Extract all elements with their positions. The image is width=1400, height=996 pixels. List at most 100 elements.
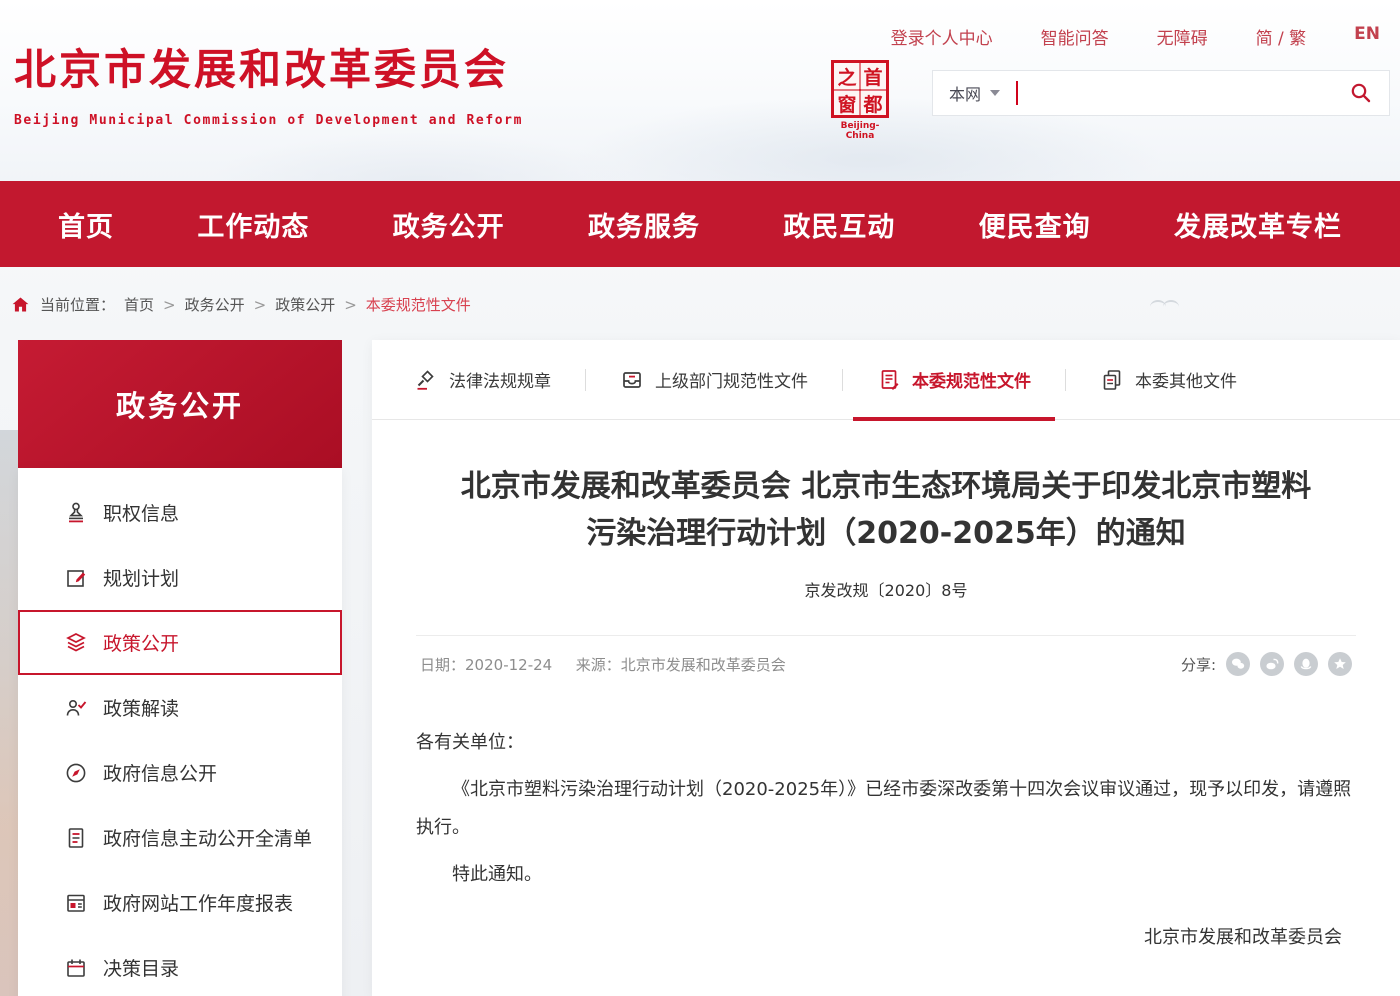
list-document-icon — [64, 826, 88, 850]
search-box: 本网 — [932, 70, 1390, 116]
tab-label: 本委其他文件 — [1135, 367, 1237, 392]
interpretation-icon — [64, 696, 88, 720]
sidebar-title: 政务公开 — [18, 340, 342, 468]
date-label: 日期： — [420, 656, 465, 674]
share-wechat-button[interactable] — [1226, 652, 1250, 676]
site-header: 北京市发展和改革委员会 Beijing Municipal Commission… — [0, 0, 1400, 181]
tab-label: 法律法规规章 — [449, 367, 551, 392]
sidebar-item-gov-info-full-list[interactable]: 政府信息主动公开全清单 — [18, 805, 342, 870]
article-date: 2020-12-24 — [465, 656, 552, 674]
wechat-icon — [1230, 656, 1246, 672]
document-pen-icon — [877, 368, 901, 392]
sidebar-item-policy-disclosure[interactable]: 政策公开 — [18, 610, 342, 675]
document-tabs: 法律法规规章 上级部门规范性文件 — [372, 340, 1400, 420]
breadcrumb-policy-disclosure[interactable]: 政策公开 — [275, 294, 335, 315]
nav-item-gov-services[interactable]: 政务服务 — [588, 205, 700, 244]
search-scope-label: 本网 — [949, 81, 981, 105]
nav-item-home[interactable]: 首页 — [58, 205, 114, 244]
search-scope-dropdown[interactable]: 本网 — [949, 81, 1000, 105]
share-favorite-button[interactable] — [1328, 652, 1352, 676]
breadcrumb-home[interactable]: 首页 — [124, 294, 154, 315]
main-layout: 政务公开 职权信息 规划计划 — [0, 340, 1400, 996]
smart-qa-link[interactable]: 智能问答 — [1041, 24, 1109, 49]
main-nav: 首页 工作动态 政务公开 政务服务 政民互动 便民查询 发展改革专栏 — [0, 181, 1400, 267]
search-row: 之 首 窗 都 Beijing-China 本网 — [828, 60, 1390, 141]
sidebar-item-authority-info[interactable]: 职权信息 — [18, 480, 342, 545]
stamp-icon — [64, 501, 88, 525]
sidebar-item-label: 政府信息主动公开全清单 — [103, 824, 312, 851]
tab-label: 上级部门规范性文件 — [655, 367, 808, 392]
body-paragraph: 《北京市塑料污染治理行动计划（2020-2025年）》已经市委深改委第十四次会议… — [416, 771, 1356, 848]
english-link[interactable]: EN — [1354, 24, 1380, 49]
tab-laws-regulations[interactable]: 法律法规规章 — [380, 340, 585, 419]
seal-caption: Beijing-China — [828, 121, 892, 141]
nav-item-public-interaction[interactable]: 政民互动 — [783, 205, 895, 244]
sidebar-item-website-annual-report[interactable]: 政府网站工作年度报表 — [18, 870, 342, 935]
sidebar-item-decision-catalog[interactable]: 决策目录 — [18, 935, 342, 996]
nav-item-work-news[interactable]: 工作动态 — [197, 205, 309, 244]
simplified-traditional-toggle[interactable]: 简 / 繁 — [1256, 24, 1307, 49]
accessibility-link[interactable]: 无障碍 — [1157, 24, 1208, 49]
calendar-icon — [64, 956, 88, 980]
document-number: 京发改规〔2020〕8号 — [416, 577, 1356, 601]
layers-icon — [64, 631, 88, 655]
nav-item-reform-column[interactable]: 发展改革专栏 — [1174, 205, 1342, 244]
utility-links: 登录个人中心 智能问答 无障碍 简 / 繁 EN — [891, 24, 1380, 49]
search-icon — [1349, 81, 1373, 105]
site-logo[interactable]: 北京市发展和改革委员会 Beijing Municipal Commission… — [14, 36, 523, 128]
article-meta: 日期：2020-12-24 来源：北京市发展和改革委员会 — [420, 654, 786, 675]
search-input[interactable] — [1018, 78, 1349, 108]
home-icon — [10, 294, 31, 315]
annual-report-icon — [64, 891, 88, 915]
tab-superior-normative-documents[interactable]: 上级部门规范性文件 — [586, 340, 842, 419]
seal-char: 窗 — [834, 90, 860, 117]
tab-committee-other-documents[interactable]: 本委其他文件 — [1066, 340, 1271, 419]
gavel-icon — [414, 368, 438, 392]
sidebar-item-gov-info-disclosure[interactable]: 政府信息公开 — [18, 740, 342, 805]
seal-char: 首 — [860, 63, 886, 90]
breadcrumb-separator: > — [344, 296, 357, 314]
weibo-icon — [1264, 656, 1280, 672]
tab-label: 本委规范性文件 — [912, 367, 1031, 392]
breadcrumb-separator: > — [163, 296, 176, 314]
article-meta-row: 日期：2020-12-24 来源：北京市发展和改革委员会 分享: — [416, 636, 1356, 676]
plan-edit-icon — [64, 566, 88, 590]
content-panel: 法律法规规章 上级部门规范性文件 — [372, 340, 1400, 996]
signature: 北京市发展和改革委员会 — [416, 919, 1356, 958]
nav-item-gov-disclosure[interactable]: 政务公开 — [393, 205, 505, 244]
breadcrumb-current: 本委规范性文件 — [366, 294, 471, 315]
share-qq-button[interactable] — [1294, 652, 1318, 676]
sidebar-item-planning[interactable]: 规划计划 — [18, 545, 342, 610]
site-subtitle: Beijing Municipal Commission of Developm… — [14, 113, 523, 128]
page: 北京市发展和改革委员会 Beijing Municipal Commission… — [0, 0, 1400, 996]
sidebar-menu: 职权信息 规划计划 政策公开 — [18, 468, 342, 996]
source-label: 来源： — [576, 656, 621, 674]
sidebar-item-label: 决策目录 — [103, 954, 179, 981]
qq-icon — [1298, 656, 1314, 672]
article: 北京市发展和改革委员会 北京市生态环境局关于印发北京市塑料 污染治理行动计划（2… — [372, 464, 1400, 957]
tab-committee-normative-documents[interactable]: 本委规范性文件 — [843, 340, 1065, 419]
seal-char: 之 — [834, 63, 860, 90]
seal-char: 都 — [860, 90, 886, 117]
breadcrumb-gov-disclosure[interactable]: 政务公开 — [185, 294, 245, 315]
share-label: 分享: — [1181, 654, 1216, 675]
share-weibo-button[interactable] — [1260, 652, 1284, 676]
login-personal-center-link[interactable]: 登录个人中心 — [891, 24, 993, 49]
article-body: 各有关单位： 《北京市塑料污染治理行动计划（2020-2025年）》已经市委深改… — [416, 724, 1356, 957]
article-title-line2: 污染治理行动计划（2020-2025年）的通知 — [416, 511, 1356, 558]
site-title: 北京市发展和改革委员会 — [14, 36, 523, 97]
beijing-china-seal-logo[interactable]: 之 首 窗 都 Beijing-China — [828, 60, 892, 141]
search-button[interactable] — [1349, 81, 1373, 105]
sidebar-item-label: 政府网站工作年度报表 — [103, 889, 293, 916]
sidebar-item-label: 政策公开 — [103, 629, 179, 656]
sidebar-item-label: 职权信息 — [103, 499, 179, 526]
inbox-document-icon — [620, 368, 644, 392]
compass-icon — [64, 761, 88, 785]
sidebar: 政务公开 职权信息 规划计划 — [18, 340, 342, 996]
nav-item-convenient-query[interactable]: 便民查询 — [979, 205, 1091, 244]
seal-icon: 之 首 窗 都 — [831, 60, 889, 118]
article-title: 北京市发展和改革委员会 北京市生态环境局关于印发北京市塑料 污染治理行动计划（2… — [416, 464, 1356, 557]
star-icon — [1332, 656, 1348, 672]
sidebar-item-policy-interpretation[interactable]: 政策解读 — [18, 675, 342, 740]
breadcrumb: 当前位置： 首页 > 政务公开 > 政策公开 > 本委规范性文件 — [10, 294, 1400, 315]
